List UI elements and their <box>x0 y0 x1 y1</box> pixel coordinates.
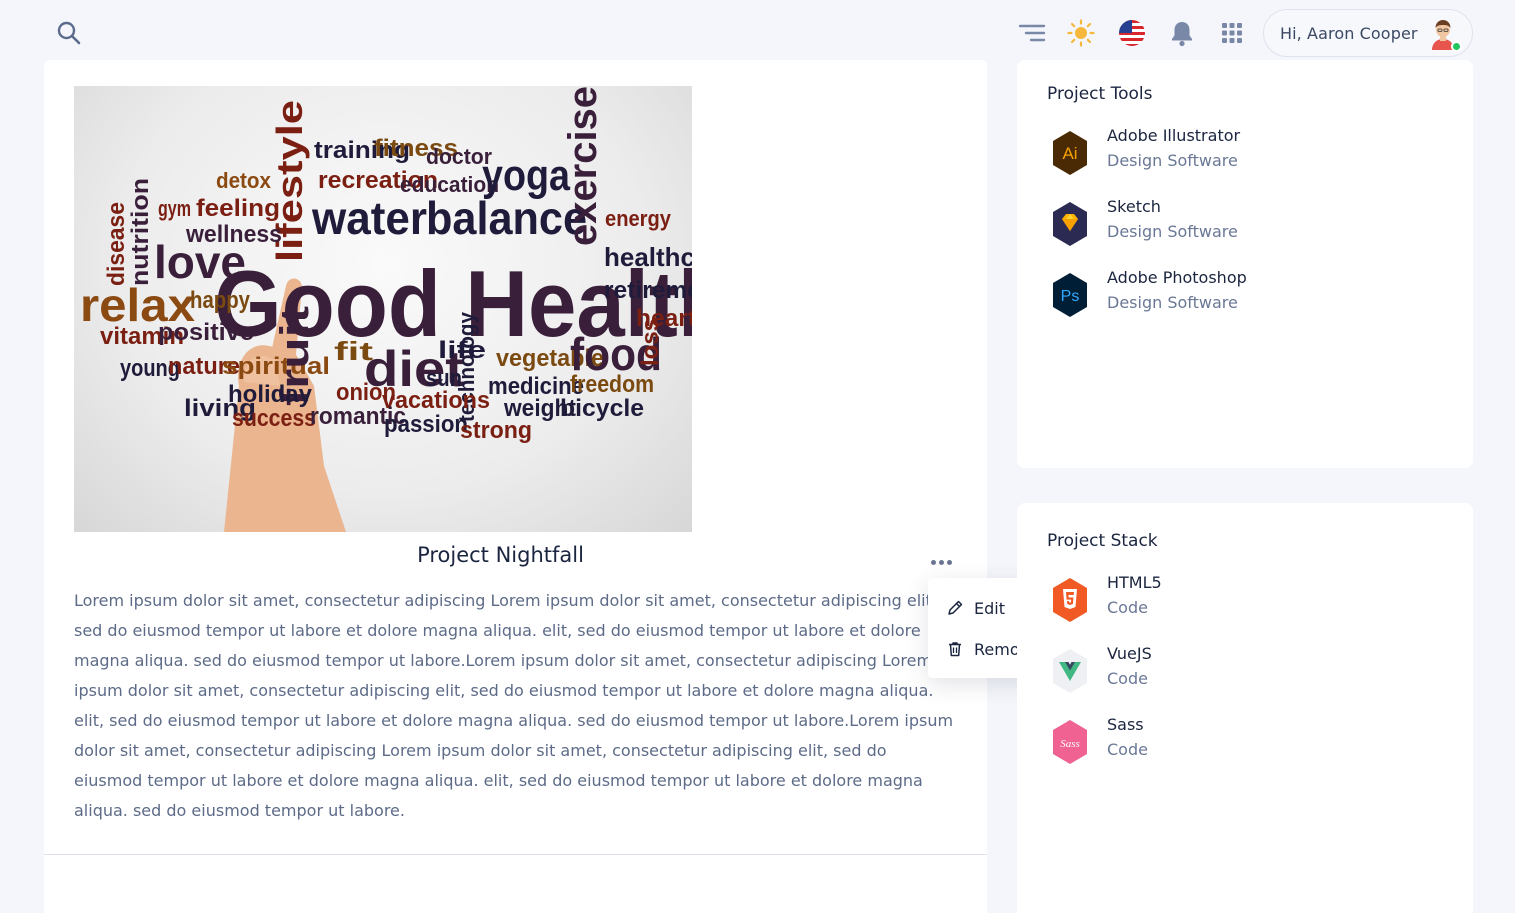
adobe-illustrator-icon: Ai <box>1051 130 1089 176</box>
apps-grid-icon[interactable] <box>1218 19 1246 47</box>
tool-category: Design Software <box>1107 293 1238 312</box>
project-tools-title: Project Tools <box>1047 84 1153 104</box>
wordcloud-word: nutrition <box>127 178 154 286</box>
top-bar: Hi, Aaron Cooper <box>0 0 1515 66</box>
online-status-dot <box>1451 41 1462 52</box>
wordcloud-word: retirement <box>604 277 692 304</box>
wordcloud-word: bicycle <box>560 395 644 422</box>
stack-name: HTML5 <box>1107 573 1162 592</box>
stack-category: Code <box>1107 669 1148 688</box>
tool-category: Design Software <box>1107 151 1238 170</box>
wordcloud-word: freedom <box>570 371 654 398</box>
user-greeting: Hi, Aaron Cooper <box>1280 23 1418 43</box>
stack-name: Sass <box>1107 715 1144 734</box>
vuejs-icon <box>1051 648 1089 694</box>
bell-icon[interactable] <box>1168 19 1196 47</box>
tool-item[interactable]: Ps Adobe Photoshop Design Software <box>1047 268 1447 318</box>
wordcloud-word: loss <box>637 318 664 366</box>
svg-text:Ai: Ai <box>1062 144 1077 163</box>
tool-name: Sketch <box>1107 197 1161 216</box>
project-description: Lorem ipsum dolor sit amet, consectetur … <box>74 591 954 820</box>
user-menu-button[interactable]: Hi, Aaron Cooper <box>1263 9 1473 57</box>
wordcloud-word: passion <box>384 411 468 438</box>
trash-icon <box>949 642 961 657</box>
html5-icon <box>1051 577 1089 623</box>
tool-name: Adobe Illustrator <box>1107 126 1241 145</box>
tool-item[interactable]: Sketch Design Software <box>1047 197 1447 247</box>
card-divider <box>44 854 987 855</box>
wordcloud-word: feeling <box>196 195 280 222</box>
stack-category: Code <box>1107 598 1148 617</box>
project-card: training fitness doctor detox recreation educ… <box>44 60 987 913</box>
tool-item[interactable]: Ai Adobe Illustrator Design Software <box>1047 126 1447 176</box>
project-stack-title: Project Stack <box>1047 531 1158 551</box>
stack-item[interactable]: Sass Sass Code <box>1047 715 1447 765</box>
us-flag-icon[interactable] <box>1118 19 1146 47</box>
wordcloud-word: positive <box>158 319 254 346</box>
project-tools-card: Project Tools Ai Adobe Illustrator Desig… <box>1017 60 1473 468</box>
wordcloud-word: water <box>311 192 427 244</box>
tool-name: Adobe Photoshop <box>1107 268 1247 287</box>
adobe-photoshop-icon: Ps <box>1051 272 1089 318</box>
project-stack-card: Project Stack HTML5 Code VueJS Code Sass… <box>1017 503 1473 913</box>
svg-text:Sass: Sass <box>1060 738 1080 750</box>
wordcloud-word: success <box>232 405 316 432</box>
svg-text:Ps: Ps <box>1061 288 1080 305</box>
wordcloud-word: happy <box>190 287 251 314</box>
tool-category: Design Software <box>1107 222 1238 241</box>
wordcloud-word: detox <box>216 168 272 193</box>
pencil-icon <box>948 600 963 615</box>
edit-menu-item[interactable]: Edit <box>946 596 1005 620</box>
wordcloud-word: energy <box>605 206 672 231</box>
wordcloud-word: disease <box>103 202 130 286</box>
stack-item[interactable]: HTML5 Code <box>1047 573 1447 623</box>
wordcloud-word: exercise <box>561 86 605 246</box>
wordcloud-word: holiday <box>228 381 313 408</box>
stack-name: VueJS <box>1107 644 1152 663</box>
menu-lines-icon[interactable] <box>1018 19 1046 47</box>
wordcloud-word: strong <box>460 417 532 444</box>
search-icon[interactable] <box>56 20 82 46</box>
wordcloud-word: healthcare <box>604 242 692 272</box>
project-title: Project Nightfall <box>417 543 584 567</box>
sass-icon: Sass <box>1051 719 1089 765</box>
sketch-icon <box>1051 201 1089 247</box>
stack-item[interactable]: VueJS Code <box>1047 644 1447 694</box>
edit-label: Edit <box>974 598 1005 618</box>
sun-icon[interactable] <box>1067 19 1095 47</box>
project-image: training fitness doctor detox recreation educ… <box>74 86 692 532</box>
stack-category: Code <box>1107 740 1148 759</box>
more-options-button[interactable] <box>927 554 955 570</box>
wordcloud-word: gym <box>158 196 191 221</box>
